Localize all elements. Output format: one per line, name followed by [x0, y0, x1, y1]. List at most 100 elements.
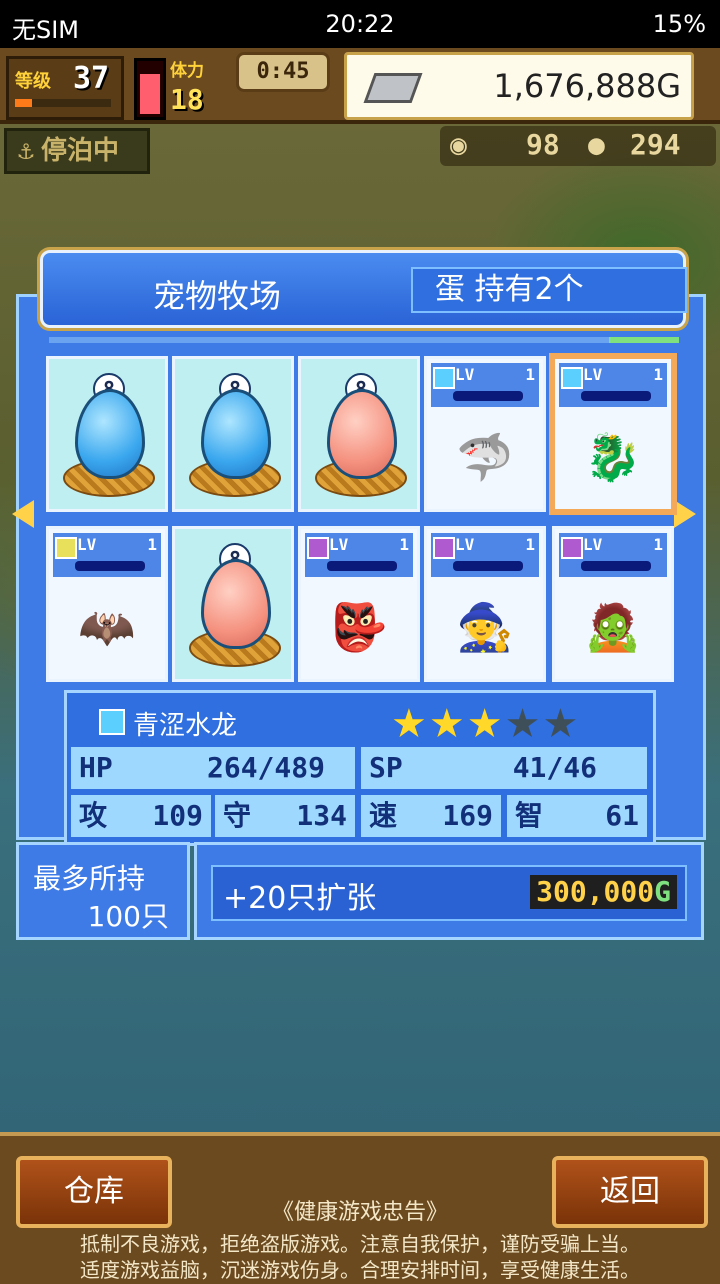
battery-level: 15%: [652, 10, 706, 38]
water-element-icon: [99, 709, 125, 735]
level-box: 等级 37: [6, 56, 124, 120]
grid-cell-egg[interactable]: 8: [172, 356, 294, 512]
sp-stat: SP 41/46: [361, 747, 647, 789]
int-stat: 智 61: [507, 795, 647, 837]
grid-cell-egg[interactable]: 8: [172, 526, 294, 682]
grid-cell-monster-selected[interactable]: LV 1 🐉: [552, 356, 674, 512]
lv-value: 1: [399, 535, 409, 554]
level-value: 37: [73, 61, 110, 96]
thunder-element-icon: [55, 537, 77, 559]
hp-bar: [327, 561, 397, 571]
water-element-icon: [433, 367, 455, 389]
expand-button[interactable]: +20只扩张 300,000G: [211, 865, 687, 921]
water-element-icon: [561, 367, 583, 389]
lv-value: 1: [653, 365, 663, 384]
arrow-right-icon[interactable]: [674, 500, 696, 528]
lv-value: 1: [525, 535, 535, 554]
expand-price: 300,000G: [530, 875, 677, 909]
anchor-icon: ⚓: [18, 136, 34, 166]
sp-label: SP: [369, 751, 403, 784]
hp-bar: [75, 561, 145, 571]
atk-stat: 攻 109: [71, 795, 211, 837]
grid-cell-monster[interactable]: LV 1 🦈: [424, 356, 546, 512]
lv-value: 1: [525, 365, 535, 384]
panel-title: 宠物牧场: [153, 277, 282, 315]
health-notice-line1: 抵制不良游戏，拒绝盗版游戏。注意自我保护，谨防受骗上当。: [80, 1232, 640, 1256]
coin-icon: ●: [588, 128, 605, 161]
egg-icon: [327, 389, 397, 479]
health-notice-title: 《健康游戏忠告》: [271, 1200, 448, 1225]
star-empty-icon: ★: [504, 701, 543, 747]
eggs-held: 蛋 持有2个: [411, 267, 687, 313]
hp-value: 264/489: [206, 751, 325, 784]
grid-cell-monster[interactable]: LV 1 🦇: [46, 526, 168, 682]
atk-label: 攻: [79, 799, 108, 832]
atk-value: 109: [152, 799, 203, 832]
grid-cell-monster[interactable]: LV 1 🧙: [424, 526, 546, 682]
lv-label: LV: [583, 365, 603, 384]
resource-b-value: 294: [630, 128, 681, 161]
def-stat: 守 134: [215, 795, 355, 837]
egg-icon: [201, 389, 271, 479]
port-status-badge: ⚓ 停泊中: [4, 128, 150, 174]
lv-label: LV: [329, 535, 349, 554]
spd-value: 169: [442, 799, 493, 832]
lv-label: LV: [583, 535, 603, 554]
bat-icon: 🦇: [78, 600, 136, 654]
hp-bar: [581, 561, 651, 571]
hp-stat: HP 264/489: [71, 747, 355, 789]
expand-box: +20只扩张 300,000G: [194, 842, 704, 940]
wizard-icon: 🧙: [456, 600, 514, 654]
hp-bar: [453, 561, 523, 571]
wood-icon: ◉: [450, 128, 467, 161]
egg-icon: [75, 389, 145, 479]
gold-display: 1,676,888G: [344, 52, 694, 120]
lv-label: LV: [455, 365, 475, 384]
port-status-label: 停泊中: [41, 136, 120, 166]
bottom-bar: 仓库 返回 《健康游戏忠告》 抵制不良游戏，拒绝盗版游戏。注意自我保护，谨防受骗…: [0, 1132, 720, 1284]
health-notice-line2: 适度游戏益脑，沉迷游戏伤身。合理安排时间，享受健康生活。: [80, 1258, 640, 1282]
resource-bar: ◉ 98 ● 294: [440, 126, 716, 166]
grid-cell-egg[interactable]: 8: [46, 356, 168, 512]
hp-bar: [581, 391, 651, 401]
grid-cell-monster[interactable]: LV 1 👺: [298, 526, 420, 682]
max-capacity-box: 最多所持 100只: [16, 842, 190, 940]
stamina-value: 18: [170, 83, 204, 116]
stamina-box: 体力 18: [170, 56, 232, 116]
star-icon: ★: [428, 701, 467, 747]
monster-name: 青涩水龙: [133, 711, 238, 741]
rarity-stars: ★★★★★: [391, 701, 580, 747]
gold-value: 1,676,888G: [493, 67, 681, 105]
lv-value: 1: [147, 535, 157, 554]
capacity-label: 最多所持: [33, 862, 146, 895]
mummy-icon: 🧟: [584, 600, 642, 654]
stamina-gauge: [134, 58, 166, 120]
lv-value: 1: [653, 535, 663, 554]
egg-icon: [201, 559, 271, 649]
exp-bar: [15, 99, 111, 107]
water-dragon-icon: 🐉: [584, 430, 642, 484]
monster-info-panel: 青涩水龙 ★★★★★ HP 264/489 SP 41/46 攻 109 守 1…: [64, 690, 656, 846]
status-bar: 无SIM 20:22 15%: [0, 0, 720, 48]
grid-cell-egg[interactable]: 8: [298, 356, 420, 512]
stamina-label: 体力: [170, 61, 204, 81]
sp-value: 41/46: [512, 751, 597, 784]
def-value: 134: [296, 799, 347, 832]
shark-icon: 🦈: [456, 430, 514, 484]
level-label: 等级: [15, 71, 51, 92]
scroll-bar[interactable]: [49, 337, 679, 343]
arrow-left-icon[interactable]: [12, 500, 34, 528]
int-label: 智: [515, 799, 544, 832]
hp-label: HP: [79, 751, 113, 784]
grid-cell-monster[interactable]: LV 1 🧟: [552, 526, 674, 682]
spd-label: 速: [369, 799, 398, 832]
capacity-value: 100只: [87, 900, 169, 933]
resource-a-value: 98: [526, 128, 560, 161]
dark-element-icon: [433, 537, 455, 559]
int-value: 61: [605, 799, 639, 832]
expand-label: +20只扩张: [223, 881, 377, 916]
panel-header: 宠物牧场 蛋 持有2个: [40, 250, 687, 328]
spd-stat: 速 169: [361, 795, 501, 837]
lv-label: LV: [455, 535, 475, 554]
dark-element-icon: [307, 537, 329, 559]
